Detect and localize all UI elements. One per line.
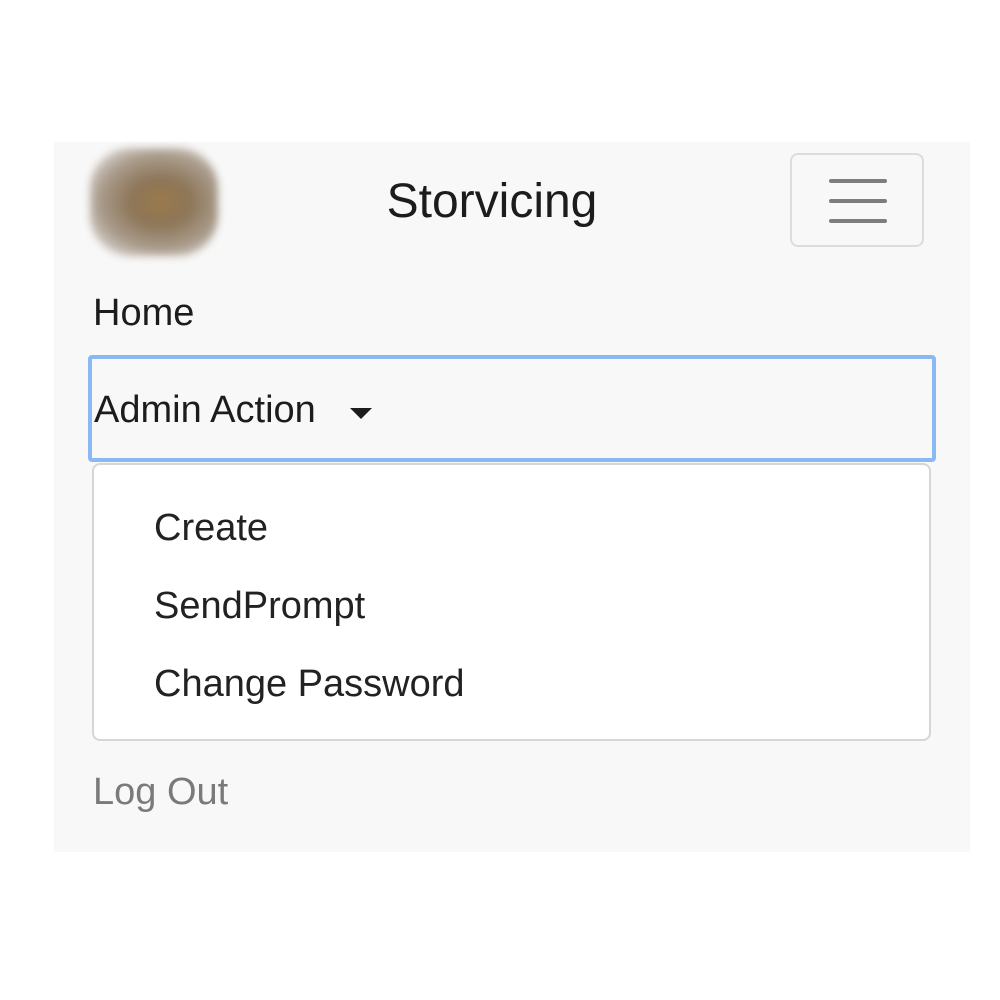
navbar-toggler-button[interactable]: [790, 153, 924, 247]
hamburger-menu-icon-bar-1: [829, 179, 887, 183]
hamburger-menu-icon-bar-3: [829, 219, 887, 223]
admin-action-dropdown-menu: Create SendPrompt Change Password: [92, 463, 931, 741]
admin-action-dropdown-toggle[interactable]: Admin Action: [88, 355, 936, 462]
dropdown-item-change-password[interactable]: Change Password: [154, 661, 465, 707]
dropdown-item-create[interactable]: Create: [154, 505, 268, 551]
dropdown-item-sendprompt[interactable]: SendPrompt: [154, 583, 365, 629]
nav-link-home[interactable]: Home: [93, 290, 194, 336]
brand-title[interactable]: Storvicing: [214, 172, 770, 232]
hamburger-menu-icon-bar-2: [829, 199, 887, 203]
nav-link-logout[interactable]: Log Out: [93, 769, 228, 815]
dropdown-label: Admin Action: [94, 389, 316, 431]
brand-logo-image[interactable]: [90, 148, 218, 256]
caret-down-icon: [350, 408, 372, 419]
navbar: Storvicing Home Admin Action Create Send…: [54, 142, 970, 852]
